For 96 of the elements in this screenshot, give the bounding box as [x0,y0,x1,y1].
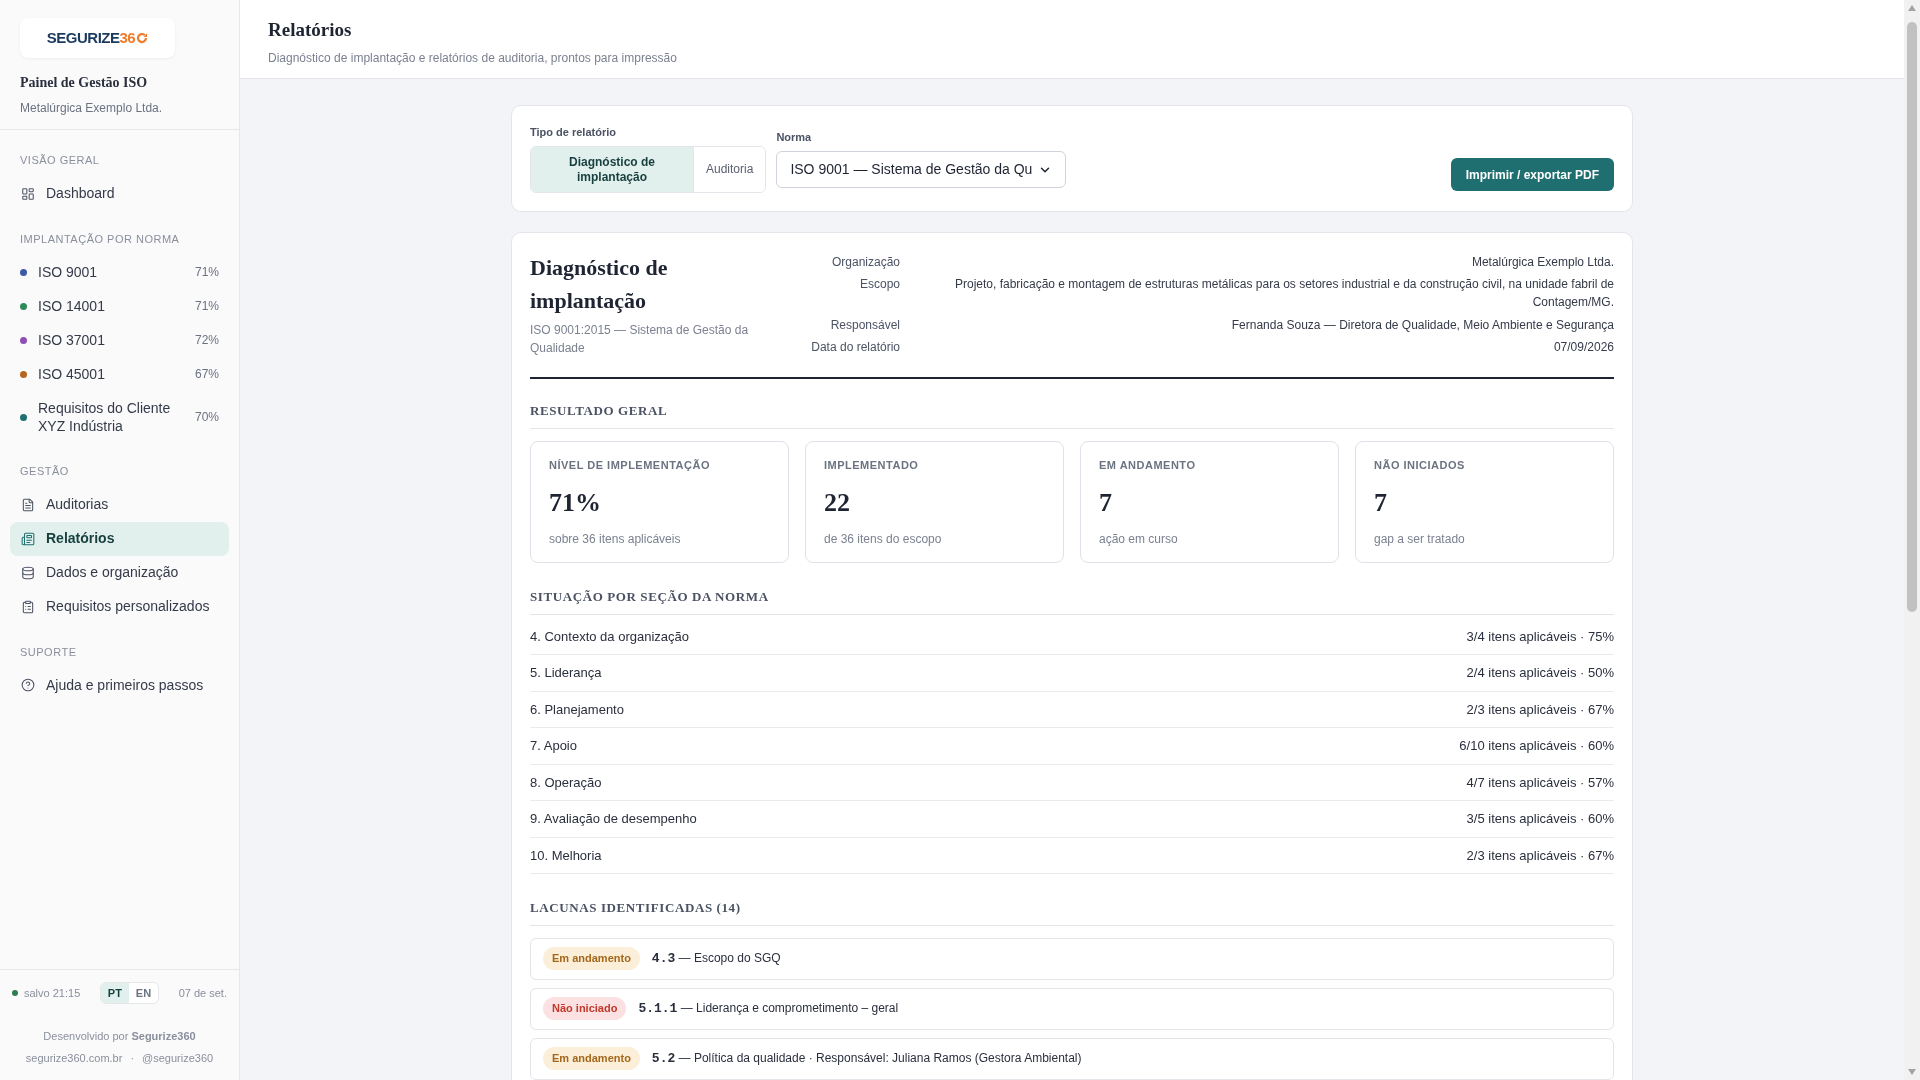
norm-item[interactable]: ISO 37001 72% [10,323,229,357]
gap-text: 5.1.1 — Liderança e comprometimento – geral [638,999,899,1018]
section-name: 4. Contexto da organização [530,627,689,646]
language-toggle[interactable]: EN [128,982,159,1003]
field-label: Norma [776,129,813,145]
stat-label: NÃO INICIADOS [1374,457,1466,473]
report-icon [21,531,35,546]
gap-text: 5.2 — Política da qualidade · Responsável: Juliana Ramos (Gestora Ambiental) [651,1049,1082,1068]
section-summary: 2/3 itens aplicáveis · 67% [1466,700,1614,719]
section-name: 10. Melhoria [530,846,602,865]
meta-value: Fernanda Souza — Diretora de Qualidade, Meio Ambiente e Segurança [1230,316,1614,334]
norm-label: ISO 9001 [38,263,99,281]
organization-name: Metalúrgica Exemplo Ltda. [20,100,164,117]
help-icon [21,678,35,692]
section-name: 8. Operação [530,773,602,792]
section-name: 7. Apoio [530,737,577,755]
meta-label: Responsável [829,316,900,334]
circular-arrow-icon [136,32,149,44]
section-summary: 3/4 itens aplicáveis · 75% [1466,627,1614,646]
section-label: IMPLANTAÇÃO POR NORMA [19,231,181,247]
stat-note: de 36 itens do escopo [824,531,943,548]
section-summary: 6/10 itens aplicáveis · 60% [1459,737,1614,755]
norm-percent: 71% [194,298,219,315]
norm-label: Requisitos do Cliente XYZ Indústria [38,399,172,435]
norm-label: ISO 45001 [38,365,106,383]
norm-percent: 70% [194,409,219,426]
section-summary: 3/5 itens aplicáveis · 60% [1466,810,1614,828]
status-badge: Não iniciado [543,997,627,1020]
report-subtitle: ISO 9001:2015 — Sistema de Gestão da Qualidade [530,322,750,357]
scroll-down-icon [1907,1068,1917,1076]
norm-select[interactable]: ISO 9001 — Sistema de Gestão da Qu [776,151,1067,188]
report-title: Diagnóstico de implantação [530,254,669,315]
logo: SEGURIZE36 [20,18,175,58]
norm-item[interactable]: Requisitos do Cliente XYZ Indústria 70% [10,391,229,443]
stat-value: 22 [824,487,851,519]
stat-note: sobre 36 itens aplicáveis [549,531,682,548]
section-label: GESTÃO [19,464,70,479]
section-name: 9. Avaliação de desempenho [530,810,697,828]
segment-tab[interactable]: Auditoria [693,147,766,192]
norm-percent: 71% [194,264,219,281]
status-badge: Em andamento [543,947,640,970]
norm-item[interactable]: ISO 14001 71% [10,289,229,323]
norm-label: ISO 14001 [38,297,106,315]
section-name: 6. Planejamento [530,700,624,719]
meta-value: 07/09/2026 [1552,338,1614,356]
section-heading: RESULTADO GERAL [530,401,1614,429]
section-summary: 2/3 itens aplicáveis · 67% [1466,846,1614,865]
norm-percent: 67% [194,366,219,383]
segment-tab[interactable]: Diagnóstico de implantação [531,147,693,192]
nav-item[interactable]: Requisitos personalizados [10,589,229,624]
language-toggle[interactable]: PT [100,982,129,1003]
meta-value: Projeto, fabricação e montagem de estruturas metálicas para os setores industrial e da construção civil, na unidade fabril de Contagem/MG. [953,276,1614,312]
credit-text: Desenvolvido por Segurize360 [42,1029,197,1044]
section-heading: LACUNAS IDENTIFICADAS (14) [530,898,1614,926]
saved-status: salvo 21:15 [24,985,81,1001]
page-subtitle: Diagnóstico de implantação e relatórios de auditoria, prontos para impressão [268,49,678,67]
stat-label: IMPLEMENTADO [824,457,920,473]
stat-label: EM ANDAMENTO [1099,457,1197,473]
stat-value: 71% [549,487,602,519]
meta-label: Organização [830,254,900,271]
section-summary: 2/4 itens aplicáveis · 50% [1466,664,1614,682]
status-badge: Em andamento [543,1047,640,1070]
gap-text: 4.3 — Escopo do SGQ [651,949,781,968]
nav-item[interactable]: Relatórios [10,521,229,556]
export-pdf-button[interactable]: Imprimir / exportar PDF [1450,158,1614,191]
document-icon [21,497,35,512]
dashboard-icon [21,186,35,201]
field-label: Tipo de relatório [530,124,617,140]
stat-label: NÍVEL DE IMPLEMENTAÇÃO [549,457,711,473]
meta-label: Data do relatório [810,338,900,356]
norm-label: ISO 37001 [38,331,106,349]
nav-item[interactable]: Dados e organização [10,555,229,590]
section-heading: SITUAÇÃO POR SEÇÃO DA NORMA [530,587,1614,615]
date-label: 07 de set. [178,985,227,1001]
meta-value: Metalúrgica Exemplo Ltda. [1470,254,1614,271]
norm-item[interactable]: ISO 9001 71% [10,255,229,289]
panel-title: Painel de Gestão ISO [20,74,149,92]
checklist-icon [21,599,35,614]
nav-item[interactable]: Ajuda e primeiros passos [10,668,229,702]
nav-item[interactable]: Auditorias [10,487,229,522]
section-label: SUPORTE [19,644,78,660]
nav-item[interactable]: Dashboard [10,176,229,211]
stat-note: gap a ser tratado [1374,531,1466,548]
stat-value: 7 [1374,487,1388,519]
stat-value: 7 [1099,487,1113,519]
section-label: VISÃO GERAL [19,153,101,168]
stat-note: ação em curso [1099,531,1179,548]
scroll-up-icon [1907,4,1917,12]
separator-dot: · [130,1050,135,1066]
section-name: 5. Liderança [530,664,602,682]
meta-label: Escopo [858,276,900,294]
norm-item[interactable]: ISO 45001 67% [10,357,229,391]
page-title: Relatórios [268,18,353,42]
section-summary: 4/7 itens aplicáveis · 57% [1466,773,1614,792]
database-icon [21,565,35,580]
norm-percent: 72% [194,332,219,349]
